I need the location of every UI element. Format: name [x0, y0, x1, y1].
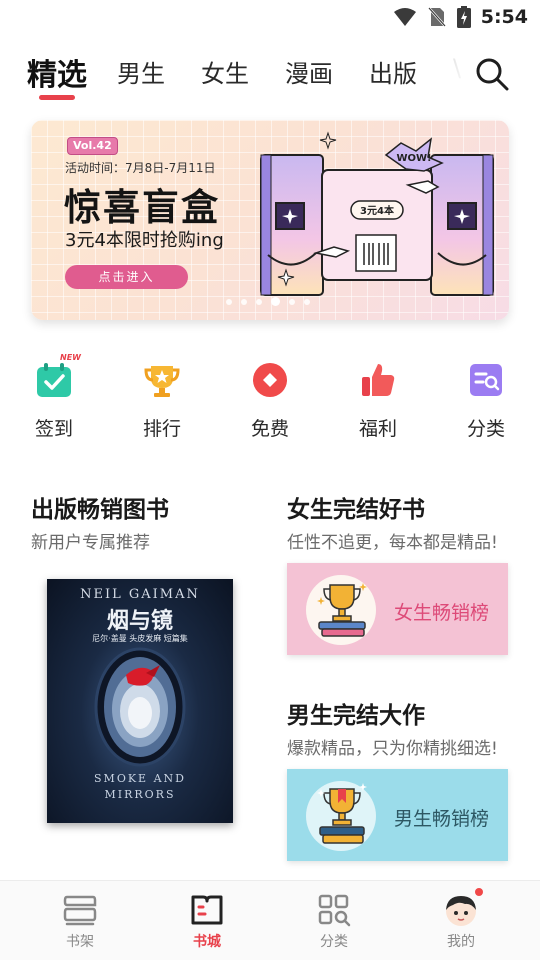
male-bestseller-card[interactable]: 男生畅销榜: [287, 769, 508, 861]
nav-label: 书架: [66, 934, 94, 950]
publish-section-title[interactable]: 出版畅销图书: [31, 490, 169, 524]
quick-entry-ranking[interactable]: 排行: [122, 360, 202, 441]
top-tab-bar: 精选 男生 女生 漫画 出版 \: [0, 48, 540, 104]
cover-title-cn: 烟与镜: [106, 608, 173, 634]
book-cover-smoke-and-mirrors[interactable]: NEIL GAIMAN 烟与镜 尼尔·盖曼 头皮发麻 短篇集 SMOKE AND…: [47, 579, 233, 823]
male-section-title[interactable]: 男生完结大作: [287, 696, 425, 730]
thumbs-up-icon: [362, 364, 395, 396]
quick-entry-label: 分类: [466, 418, 505, 440]
search-icon[interactable]: [474, 56, 510, 92]
notification-dot: [475, 888, 483, 896]
quick-entry-welfare[interactable]: 福利: [338, 360, 418, 441]
nav-label: 我的: [447, 934, 475, 950]
publish-section-subtitle: 新用户专属推荐: [31, 533, 150, 553]
banner-enter-button[interactable]: 点击进入: [65, 265, 188, 289]
trophy-books-icon: [317, 783, 367, 844]
battery-charging-icon: [456, 6, 471, 28]
category-grid-icon: [318, 894, 351, 927]
cover-title-en-line1: SMOKE AND: [94, 772, 186, 785]
new-badge: NEW: [60, 353, 81, 362]
status-time: 5:54: [480, 6, 528, 28]
banner-dot[interactable]: [289, 298, 295, 305]
calendar-check-icon: [37, 363, 71, 397]
active-tab-indicator: [39, 95, 75, 100]
art-price-tag: 3元4本: [360, 204, 395, 217]
quick-entry-checkin[interactable]: NEW 签到: [14, 353, 94, 441]
promo-banner[interactable]: Vol.42 活动时间：7月8日-7月11日 惊喜盲盒 3元4本限时抢购ing …: [31, 120, 509, 320]
tab-publishing[interactable]: 出版: [369, 54, 417, 89]
tab-female[interactable]: 女生: [201, 54, 249, 89]
male-bestseller-label: 男生畅销榜: [394, 808, 490, 830]
banner-date: 活动时间：7月8日-7月11日: [65, 161, 216, 175]
nav-profile[interactable]: 我的: [421, 888, 501, 951]
cover-subtitle: 尼尔·盖曼 头皮发麻 短篇集: [92, 634, 188, 643]
quick-entry-category[interactable]: 分类: [446, 360, 526, 441]
quick-entry-label: 福利: [358, 418, 397, 440]
trophy-books-icon: [317, 583, 367, 637]
female-bestseller-card[interactable]: 女生畅销榜: [287, 563, 508, 655]
cover-title-en-line2: MIRRORS: [104, 788, 176, 801]
category-search-icon: [470, 364, 502, 396]
tab-fade-overlay: [430, 48, 475, 96]
nav-bookshelf[interactable]: 书架: [40, 893, 120, 951]
bottom-navigation: 书架 书城 分类 我的: [0, 880, 540, 960]
female-bestseller-label: 女生畅销榜: [394, 602, 490, 624]
blind-box-illustration: 3元4本 WOW!: [260, 131, 494, 296]
banner-dot[interactable]: [304, 298, 310, 305]
tab-featured[interactable]: 精选: [27, 50, 87, 94]
cover-title-en: SMOKE AND MIRRORS: [47, 771, 233, 803]
cover-author: NEIL GAIMAN: [80, 587, 200, 602]
banner-subtitle: 3元4本限时抢购ing: [65, 230, 224, 251]
trophy-icon: [144, 366, 180, 397]
banner-dot-active[interactable]: [271, 297, 280, 306]
banner-title: 惊喜盲盒: [64, 186, 220, 229]
nav-bookstore[interactable]: 书城: [167, 893, 247, 951]
banner-pagination: [226, 297, 310, 306]
wifi-icon: [393, 8, 416, 26]
bookstore-icon: [191, 895, 223, 925]
banner-dot[interactable]: [241, 298, 247, 305]
mirror-illustration: [94, 647, 186, 767]
status-bar: 5:54: [0, 0, 540, 38]
quick-entry-free[interactable]: 免费: [230, 360, 310, 441]
nav-category[interactable]: 分类: [294, 893, 374, 951]
nav-label: 分类: [320, 934, 348, 950]
quick-entry-label: 排行: [142, 418, 181, 440]
quick-entry-label: 免费: [250, 418, 289, 440]
avatar-icon: [446, 896, 476, 926]
tab-male[interactable]: 男生: [117, 54, 165, 89]
quick-entry-row: NEW 签到 排行 免费 福利 分类: [0, 353, 540, 441]
male-section-subtitle: 爆款精品，只为你精挑细选!: [287, 739, 498, 759]
vol-badge: Vol.42: [67, 137, 118, 155]
female-section-title[interactable]: 女生完结好书: [287, 490, 425, 524]
bookshelf-icon: [63, 895, 97, 926]
female-section-subtitle: 任性不追更，每本都是精品!: [287, 533, 498, 553]
banner-dot[interactable]: [226, 298, 232, 305]
art-wow-bubble: WOW!: [396, 153, 431, 164]
tab-comics[interactable]: 漫画: [285, 54, 333, 89]
quick-entry-label: 签到: [34, 418, 73, 440]
banner-dot[interactable]: [256, 298, 262, 305]
nav-label: 书城: [193, 934, 221, 950]
no-sim-icon: [427, 7, 446, 27]
free-diamond-icon: [253, 363, 287, 397]
